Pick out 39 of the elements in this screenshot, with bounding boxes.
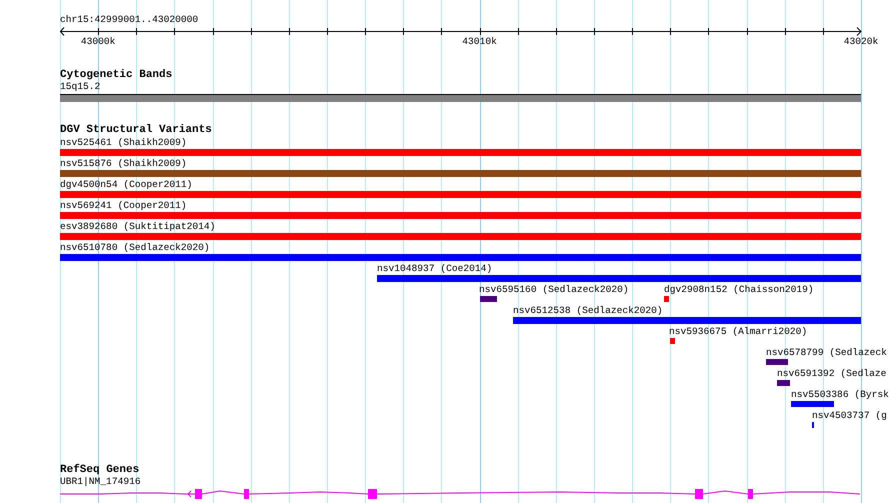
track-title: DGV Structural Variants — [60, 124, 212, 136]
scale-label: 43020k — [844, 36, 878, 48]
scale-label: 43000k — [80, 36, 116, 48]
variant-bar[interactable] — [60, 170, 861, 177]
variant-bar[interactable] — [766, 359, 788, 365]
scale-label: 43010k — [462, 36, 497, 48]
variant-bar[interactable] — [480, 296, 497, 302]
variant-label[interactable]: dgv2908n152 (Chaisson2019) — [664, 284, 814, 296]
variant-bar[interactable] — [513, 317, 861, 324]
variant-bar[interactable] — [60, 191, 861, 198]
variant-label[interactable]: nsv6512538 (Sedlazeck2020) — [513, 305, 663, 317]
variant-label[interactable]: nsv4503737 (g — [812, 410, 887, 422]
variant-bar[interactable] — [377, 275, 861, 282]
gene-model-drawing[interactable] — [60, 488, 861, 500]
variant-bar[interactable] — [670, 338, 675, 344]
variant-label[interactable]: nsv525461 (Shaikh2009) — [60, 137, 187, 149]
variant-label[interactable]: nsv569241 (Cooper2011) — [60, 200, 187, 212]
variant-label[interactable]: nsv6591392 (Sedlaze — [777, 368, 886, 380]
variant-bar[interactable] — [60, 212, 861, 219]
variant-label[interactable]: nsv5936675 (Almarri2020) — [669, 326, 808, 338]
band-label: 15q15.2 — [60, 81, 100, 93]
variant-bar[interactable] — [60, 254, 861, 261]
variant-label[interactable]: nsv6595160 (Sedlazeck2020) — [479, 284, 629, 296]
variant-label[interactable]: dgv4500n54 (Cooper2011) — [60, 179, 192, 191]
variant-bar[interactable] — [60, 149, 861, 156]
track-title: Cytogenetic Bands — [60, 69, 172, 81]
variant-bar[interactable] — [777, 380, 790, 386]
variant-label[interactable]: nsv1048937 (Coe2014) — [377, 263, 492, 275]
variant-bar[interactable] — [791, 401, 834, 407]
region-label: chr15:42999001..43020000 — [60, 14, 198, 26]
variant-label[interactable]: nsv6578799 (Sedlazeck — [766, 347, 887, 359]
track-title: RefSeq Genes — [60, 464, 140, 476]
variant-bar[interactable] — [60, 233, 861, 240]
variant-label[interactable]: nsv6510780 (Sedlazeck2020) — [60, 242, 210, 254]
variant-label[interactable]: nsv5503386 (Byrsk — [791, 389, 889, 401]
gene-label[interactable]: UBR1|NM_174916 — [60, 476, 141, 488]
variant-bar[interactable] — [664, 296, 669, 302]
variant-label[interactable]: esv3892680 (Suktitipat2014) — [60, 221, 216, 233]
variant-label[interactable]: nsv515876 (Shaikh2009) — [60, 158, 187, 170]
